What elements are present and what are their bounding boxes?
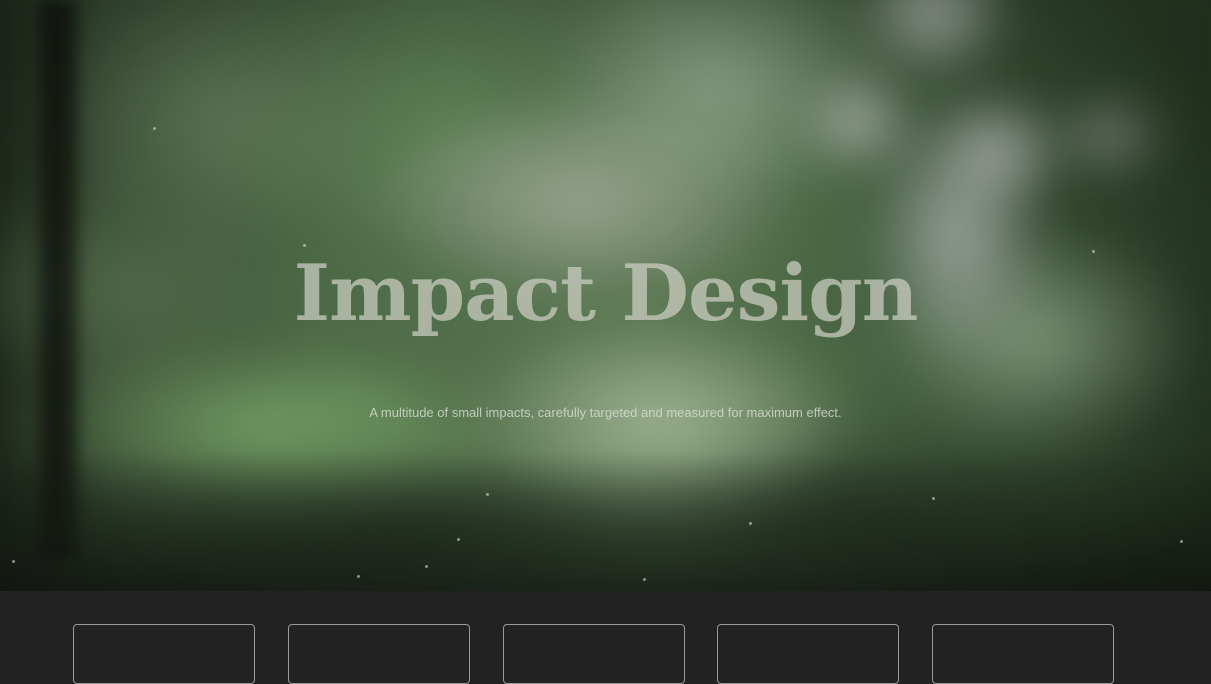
raindrop — [457, 538, 460, 541]
card-row — [0, 591, 1211, 684]
feature-card[interactable] — [717, 624, 899, 684]
raindrop — [425, 565, 428, 568]
raindrop — [932, 497, 935, 500]
raindrop — [486, 493, 489, 496]
hero-title: Impact Design — [293, 248, 919, 339]
raindrop — [12, 560, 15, 563]
raindrop — [1180, 540, 1183, 543]
raindrop — [357, 575, 360, 578]
feature-card[interactable] — [503, 624, 685, 684]
raindrop — [153, 127, 156, 130]
feature-card[interactable] — [73, 624, 255, 684]
hero-subtitle: A multitude of small impacts, carefully … — [369, 405, 842, 420]
raindrop — [643, 578, 646, 581]
raindrop — [749, 522, 752, 525]
feature-card[interactable] — [932, 624, 1114, 684]
hero-section: Impact Design A multitude of small impac… — [0, 0, 1211, 591]
feature-card[interactable] — [288, 624, 470, 684]
raindrop — [303, 244, 306, 247]
